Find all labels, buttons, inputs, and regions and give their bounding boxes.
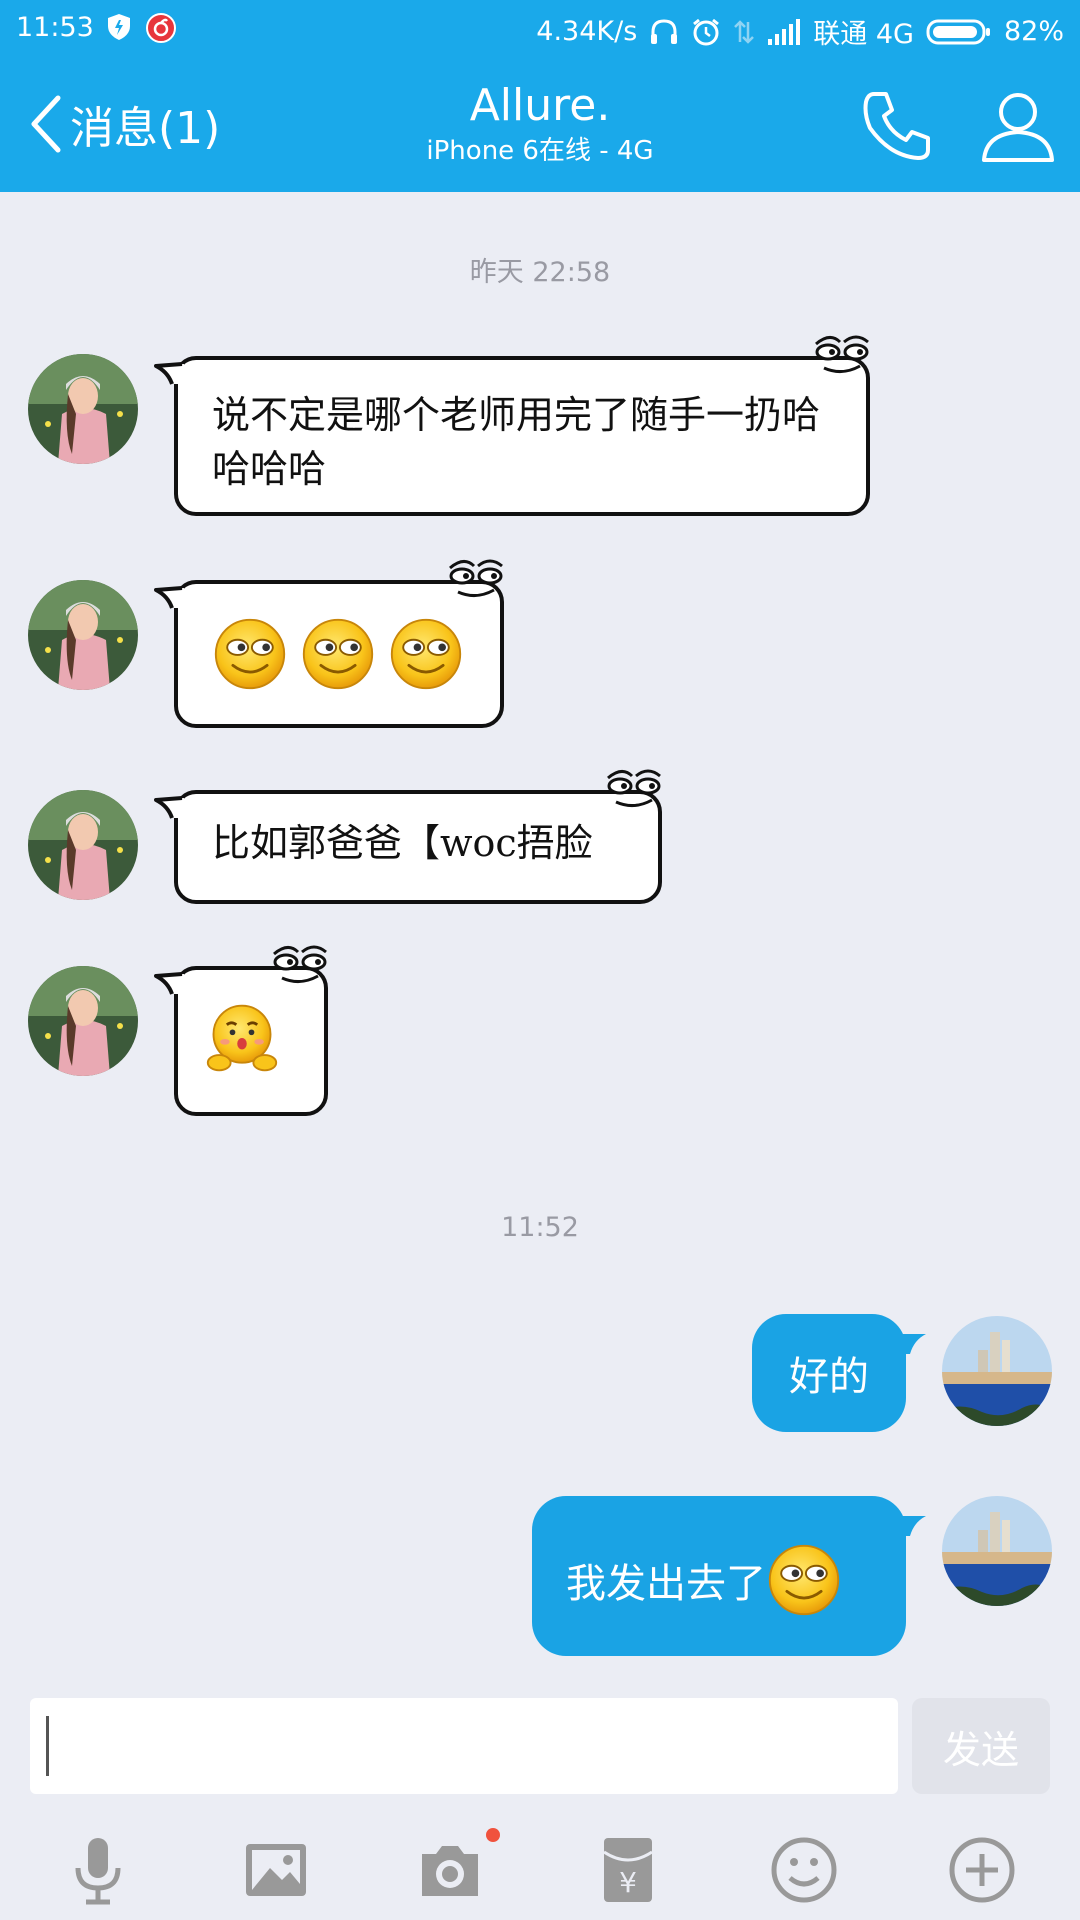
bubble-tail <box>154 586 184 610</box>
message-text: 比如郭爸爸【woc捂脸 <box>212 821 593 865</box>
status-bar: 11:53 4.34K/s 联通 4G 82% <box>0 0 1080 56</box>
camera-icon[interactable] <box>414 1834 486 1906</box>
bubble-tail <box>898 1516 926 1536</box>
bubble-decoration <box>268 940 332 988</box>
status-time: 11:53 <box>16 12 94 43</box>
battery-percent: 82% <box>1003 16 1064 47</box>
bubble-decoration <box>810 330 874 378</box>
hehe-emoji-icon <box>388 616 464 692</box>
message-text: 好的 <box>789 1354 869 1400</box>
incoming-message[interactable]: 比如郭爸爸【woc捂脸 <box>174 790 662 904</box>
hehe-emoji-icon <box>766 1542 842 1618</box>
microphone-icon[interactable] <box>62 1834 134 1906</box>
bubble-tail <box>154 362 184 386</box>
message-input[interactable] <box>30 1698 898 1794</box>
outgoing-message[interactable]: 好的 <box>752 1314 926 1432</box>
network-speed: 4.34K/s <box>536 16 638 47</box>
signal-icon <box>768 18 801 45</box>
alarm-icon <box>693 18 720 45</box>
notification-dot <box>486 1828 500 1842</box>
shy-emoji-icon <box>206 1004 278 1072</box>
my-avatar[interactable] <box>942 1496 1052 1606</box>
bubble-tail <box>898 1334 926 1354</box>
contact-avatar[interactable] <box>28 354 138 464</box>
battery-icon <box>926 19 990 44</box>
text-caret <box>46 1716 49 1776</box>
data-transfer-icon <box>734 19 755 44</box>
incoming-message[interactable]: 说不定是哪个老师用完了随手一扔哈哈哈哈 <box>174 356 870 516</box>
message-text: 说不定是哪个老师用完了随手一扔哈哈哈哈 <box>212 393 821 491</box>
carrier-label: 联通 4G <box>813 19 914 50</box>
input-toolbar: ¥ <box>0 1820 1080 1920</box>
profile-icon[interactable] <box>978 86 1058 166</box>
headphones-icon <box>651 18 678 44</box>
plus-icon[interactable] <box>946 1834 1018 1906</box>
red-packet-icon[interactable]: ¥ <box>592 1834 664 1906</box>
my-avatar[interactable] <box>942 1316 1052 1426</box>
contact-avatar[interactable] <box>28 580 138 690</box>
bubble-decoration <box>602 764 666 812</box>
send-button[interactable]: 发送 <box>912 1698 1050 1794</box>
incoming-message[interactable] <box>174 580 504 728</box>
message-timestamp: 昨天 22:58 <box>469 257 611 288</box>
bubble-tail <box>154 972 184 996</box>
hehe-emoji-icon <box>300 616 376 692</box>
bubble-decoration <box>444 554 508 602</box>
outgoing-message[interactable]: 我发出去了 <box>532 1496 926 1656</box>
emoji-icon[interactable] <box>768 1834 840 1906</box>
bubble-tail <box>154 796 184 820</box>
image-icon[interactable] <box>240 1834 312 1906</box>
music-app-icon <box>146 13 176 43</box>
shield-icon <box>108 14 130 40</box>
hehe-emoji-icon <box>212 616 288 692</box>
phone-icon[interactable] <box>860 88 936 164</box>
svg-text:¥: ¥ <box>619 1866 637 1899</box>
message-timestamp: 11:52 <box>501 1212 579 1243</box>
incoming-message[interactable] <box>174 966 328 1116</box>
contact-avatar[interactable] <box>28 790 138 900</box>
chat-header: 消息(1) Allure. iPhone 6在线 - 4G <box>0 56 1080 192</box>
contact-avatar[interactable] <box>28 966 138 1076</box>
message-text: 我发出去了 <box>566 1561 766 1607</box>
